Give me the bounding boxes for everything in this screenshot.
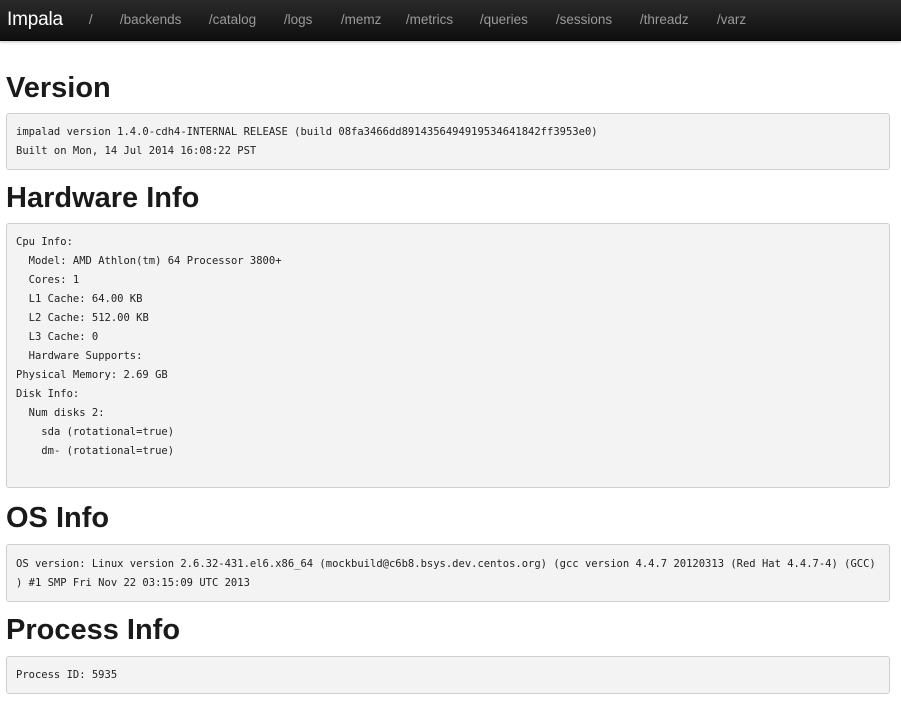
nav-link-queries[interactable]: /queries <box>480 0 556 40</box>
nav-link-catalog[interactable]: /catalog <box>209 0 284 40</box>
hardware-line: L3 Cache: 0 <box>16 331 99 343</box>
hardware-line: Hardware Supports: <box>16 350 143 362</box>
os-info-block: OS version: Linux version 2.6.32-431.el6… <box>6 544 890 602</box>
version-heading: Version <box>6 72 111 104</box>
hardware-line: dm- (rotational=true) <box>16 445 175 457</box>
hardware-line: Cpu Info: <box>16 236 73 248</box>
hardware-line: sda (rotational=true) <box>16 426 175 438</box>
version-line: impalad version 1.4.0-cdh4-INTERNAL RELE… <box>16 126 598 138</box>
built-line: Built on Mon, 14 Jul 2014 16:08:22 PST <box>16 145 257 157</box>
hardware-line: Num disks 2: <box>16 407 105 419</box>
hardware-line: Physical Memory: 2.69 GB <box>16 369 168 381</box>
nav-link-backends[interactable]: /backends <box>120 0 209 40</box>
hardware-heading: Hardware Info <box>6 182 200 214</box>
hardware-line: Cores: 1 <box>16 274 80 286</box>
nav-link-varz[interactable]: /varz <box>717 0 746 40</box>
os-heading: OS Info <box>6 502 110 534</box>
nav-link-metrics[interactable]: /metrics <box>406 0 480 40</box>
nav-links: / /backends /catalog /logs /memz /metric… <box>88 0 746 40</box>
hardware-line: Model: AMD Athlon(tm) 64 Processor 3800+ <box>16 255 282 267</box>
nav-link-memz[interactable]: /memz <box>341 0 406 40</box>
hardware-line: Disk Info: <box>16 388 80 400</box>
hardware-info-block: Cpu Info: Model: AMD Athlon(tm) 64 Proce… <box>6 223 890 488</box>
nav-link-root[interactable]: / <box>89 0 120 40</box>
nav-link-logs[interactable]: /logs <box>284 0 341 40</box>
version-info-block: impalad version 1.4.0-cdh4-INTERNAL RELE… <box>6 113 890 170</box>
hardware-line: L2 Cache: 512.00 KB <box>16 312 149 324</box>
os-version-line: OS version: Linux version 2.6.32-431.el6… <box>16 558 883 589</box>
process-heading: Process Info <box>6 614 181 646</box>
hardware-line: L1 Cache: 64.00 KB <box>16 293 143 305</box>
brand-link[interactable]: Impala <box>7 9 63 31</box>
main-content: Version impalad version 1.4.0-cdh4-INTER… <box>0 71 901 694</box>
nav-link-threadz[interactable]: /threadz <box>640 0 717 40</box>
process-id-line: Process ID: 5935 <box>16 669 118 681</box>
process-info-block: Process ID: 5935 <box>6 656 890 694</box>
top-navbar: Impala / /backends /catalog /logs /memz … <box>0 0 901 41</box>
nav-link-sessions[interactable]: /sessions <box>556 0 640 40</box>
